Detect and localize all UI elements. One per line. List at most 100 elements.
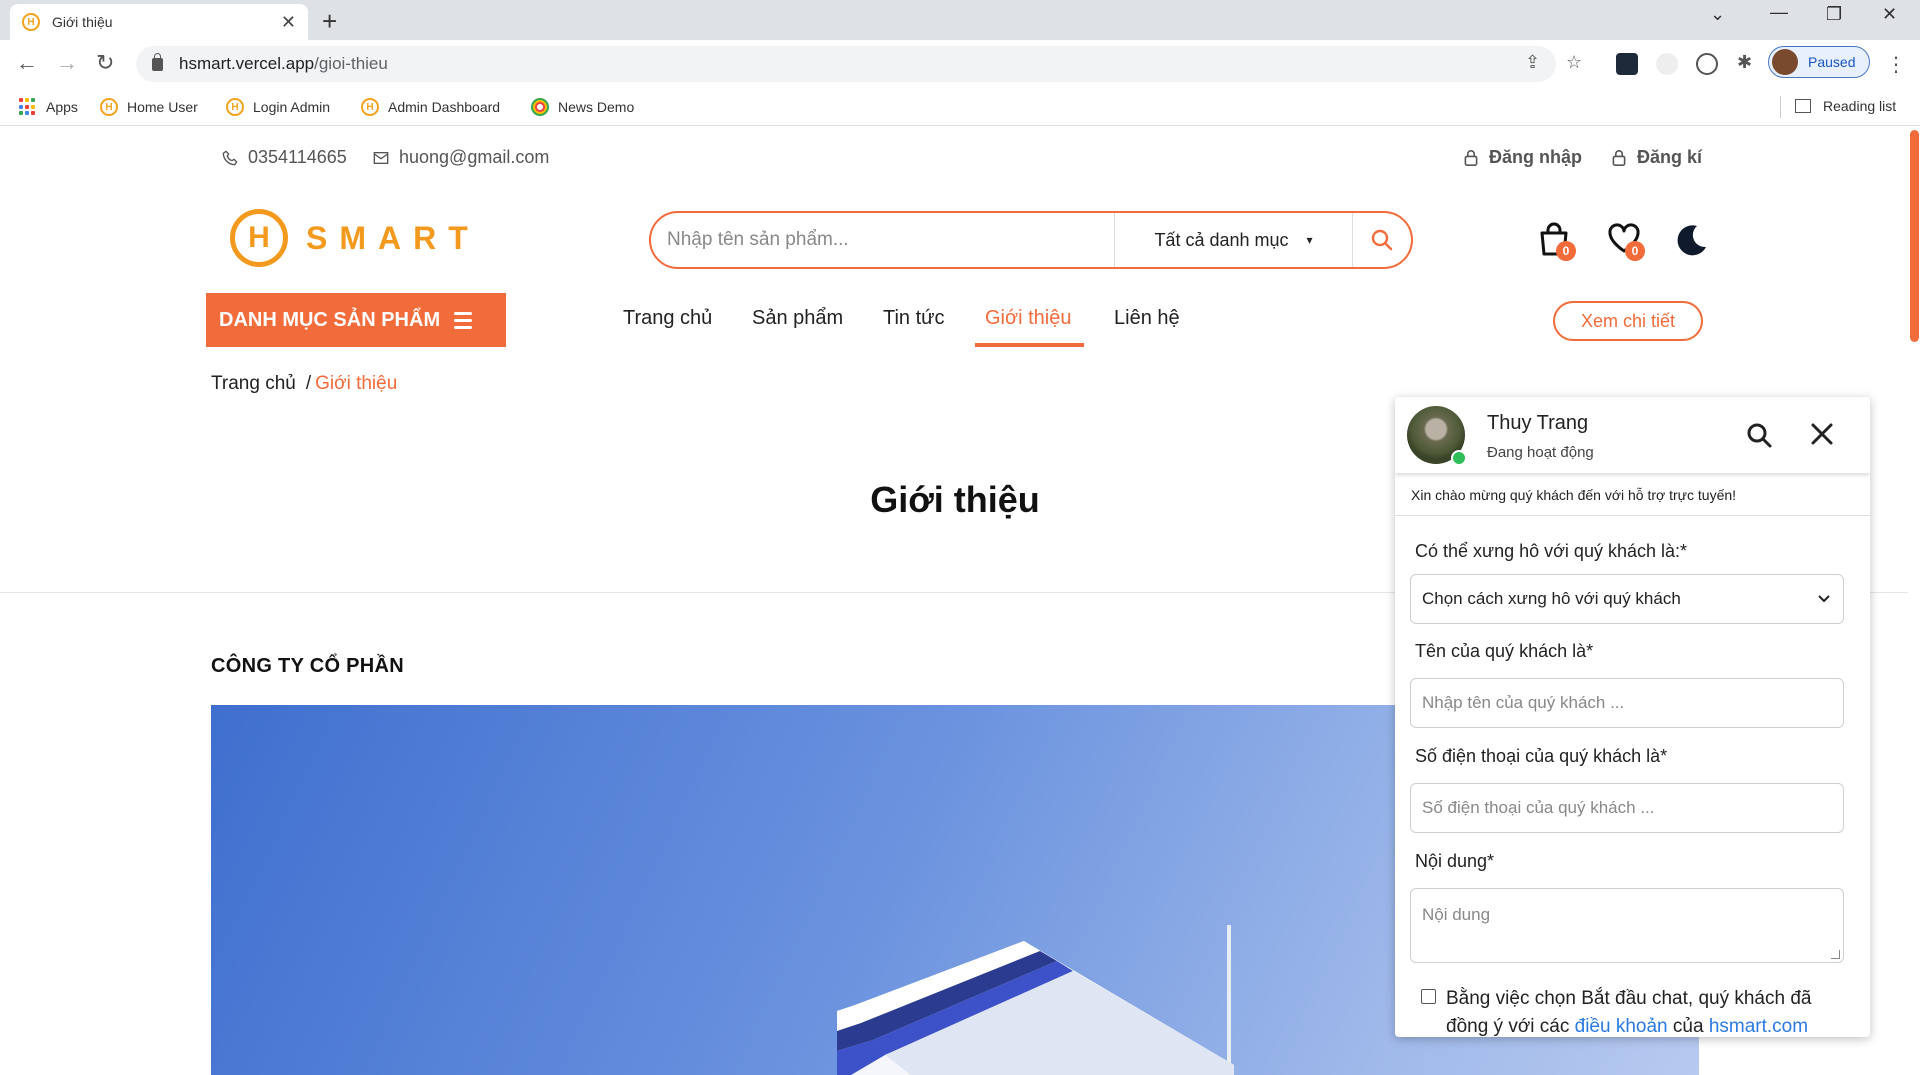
mail-icon (373, 151, 389, 164)
nav-item-home[interactable]: Trang chủ (623, 307, 712, 330)
phone-label: Số điện thoại của quý khách là* (1415, 746, 1668, 766)
scrollbar-thumb[interactable] (1910, 130, 1919, 342)
extension-circle-icon[interactable] (1696, 53, 1718, 75)
divider (1780, 96, 1781, 118)
chat-close-button[interactable] (1809, 421, 1835, 452)
company-heading: CÔNG TY CỔ PHẦN (211, 655, 405, 677)
chat-search-button[interactable] (1745, 421, 1773, 454)
nav-item-contact[interactable]: Liên hệ (1114, 307, 1180, 330)
bookmark-apps[interactable]: Apps (19, 98, 78, 116)
category-select[interactable]: Tất cả danh mục ▾ (1115, 213, 1353, 267)
site-link[interactable]: hsmart.com (1709, 1016, 1808, 1037)
bookmark-label: Admin Dashboard (388, 99, 501, 115)
dark-mode-toggle[interactable] (1675, 223, 1709, 262)
breadcrumb-home[interactable]: Trang chủ (211, 373, 296, 394)
react-devtools-extension-icon[interactable] (1616, 53, 1638, 75)
cart-count-badge: 0 (1556, 241, 1576, 261)
bookmark-news-demo[interactable]: News Demo (531, 98, 634, 116)
restore-icon[interactable]: ❐ (1826, 4, 1842, 25)
reading-list-label: Reading list (1823, 98, 1897, 114)
search-button[interactable] (1353, 213, 1411, 267)
wishlist-button[interactable]: 0 (1606, 221, 1645, 261)
news-favicon-icon (531, 98, 549, 116)
window-close-icon[interactable]: ✕ (1882, 4, 1897, 25)
lock-icon (1612, 149, 1626, 166)
close-icon (1811, 423, 1833, 445)
login-label: Đăng nhập (1489, 147, 1582, 167)
tab-close-icon[interactable]: ✕ (281, 12, 296, 33)
site-favicon-icon: H (100, 98, 118, 116)
content-label: Nội dung* (1415, 851, 1495, 871)
omnibox[interactable]: hsmart.vercel.app/gioi-thieu (136, 46, 1556, 82)
support-chat-widget: Thuy Trang Đang hoạt động Xin chào mừng … (1395, 397, 1870, 1037)
profile-status: Paused (1808, 54, 1856, 70)
breadcrumb-current: Giới thiệu (315, 373, 398, 394)
phone-icon (222, 149, 238, 165)
view-details-button[interactable]: Xem chi tiết (1553, 301, 1703, 341)
puzzle-icon[interactable]: ✱ (1737, 52, 1752, 73)
profile-button[interactable]: Paused (1768, 46, 1870, 78)
agent-status: Đang hoạt động (1487, 444, 1594, 461)
register-link[interactable]: Đăng kí (1611, 147, 1702, 168)
tab-title: Giới thiệu (52, 14, 113, 30)
salutation-select[interactable]: Chọn cách xưng hô với quý khách (1410, 574, 1844, 624)
bookmark-home-user[interactable]: H Home User (100, 98, 198, 116)
login-link[interactable]: Đăng nhập (1463, 147, 1582, 168)
consent-checkbox[interactable] (1421, 989, 1436, 1004)
content-placeholder: Nội dung (1422, 905, 1491, 924)
address-bar: ← → ↻ hsmart.vercel.app/gioi-thieu ⇪ ☆ ✱… (0, 40, 1920, 88)
tab-search-chevron-icon[interactable]: ⌄ (1710, 4, 1725, 25)
bookmarks-bar: Apps H Home User H Login Admin H Admin D… (0, 88, 1920, 126)
search-input[interactable]: Nhập tên sản phẩm... (651, 213, 1115, 267)
cart-button[interactable]: 0 (1537, 221, 1576, 262)
phone-input[interactable]: Số điện thoại của quý khách ... (1410, 783, 1844, 833)
category-menu-button[interactable]: DANH MỤC SẢN PHẨM (206, 293, 506, 347)
category-menu-label: DANH MỤC SẢN PHẨM (219, 308, 441, 331)
nav-item-about[interactable]: Giới thiệu (985, 307, 1071, 330)
lock-icon (1464, 149, 1478, 166)
minimize-icon[interactable]: — (1770, 2, 1788, 23)
contact-email: huong@gmail.com (373, 147, 549, 168)
bookmark-star-icon[interactable]: ☆ (1566, 52, 1582, 73)
site-favicon-icon: H (226, 98, 244, 116)
browser-menu-icon[interactable]: ⋮ (1886, 52, 1906, 77)
content-textarea[interactable]: Nội dung (1410, 888, 1844, 963)
bookmark-login-admin[interactable]: H Login Admin (226, 98, 330, 116)
apps-grid-icon (19, 98, 37, 116)
chevron-down-icon (1818, 595, 1830, 603)
nav-item-news[interactable]: Tin tức (883, 307, 945, 330)
terms-link[interactable]: điều khoản (1575, 1016, 1668, 1037)
new-tab-icon[interactable]: + (322, 6, 337, 37)
name-input[interactable]: Nhập tên của quý khách ... (1410, 678, 1844, 728)
consent-text: Bằng việc chọn Bắt đầu chat, quý khách đ… (1446, 985, 1846, 1037)
avatar (1772, 49, 1798, 75)
category-select-value: Tất cả danh mục (1154, 229, 1289, 250)
consent-connector: của (1672, 1016, 1704, 1037)
reload-icon[interactable]: ↻ (96, 50, 114, 76)
search-icon (1747, 423, 1772, 448)
bookmark-admin-dashboard[interactable]: H Admin Dashboard (361, 98, 500, 116)
share-icon[interactable]: ⇪ (1525, 52, 1540, 73)
reading-list-icon (1795, 99, 1811, 113)
url-text: hsmart.vercel.app/gioi-thieu (179, 54, 388, 73)
site-favicon-icon: H (22, 13, 40, 31)
chat-welcome-text: Xin chào mừng quý khách đến với hỗ trợ t… (1411, 487, 1737, 503)
extension-icon[interactable] (1656, 53, 1678, 75)
site-logo[interactable]: H SMART (230, 209, 480, 267)
reading-list-button[interactable]: Reading list (1795, 98, 1896, 114)
lock-icon (152, 52, 163, 71)
online-status-dot (1451, 450, 1467, 466)
site-favicon-icon: H (361, 98, 379, 116)
resize-handle-icon[interactable] (1831, 950, 1840, 959)
salutation-label: Có thể xưng hô với quý khách là:* (1415, 541, 1688, 561)
search-icon (1371, 229, 1393, 251)
chevron-down-icon: ▾ (1306, 233, 1313, 247)
hamburger-icon (454, 311, 473, 329)
browser-tab[interactable]: H Giới thiệu ✕ (10, 4, 308, 40)
wishlist-count-badge: 0 (1625, 241, 1645, 261)
back-icon[interactable]: ← (16, 50, 38, 76)
bookmark-label: News Demo (558, 99, 635, 115)
nav-item-products[interactable]: Sản phẩm (752, 307, 843, 330)
moon-icon (1677, 225, 1706, 256)
forward-icon[interactable]: → (56, 50, 78, 76)
